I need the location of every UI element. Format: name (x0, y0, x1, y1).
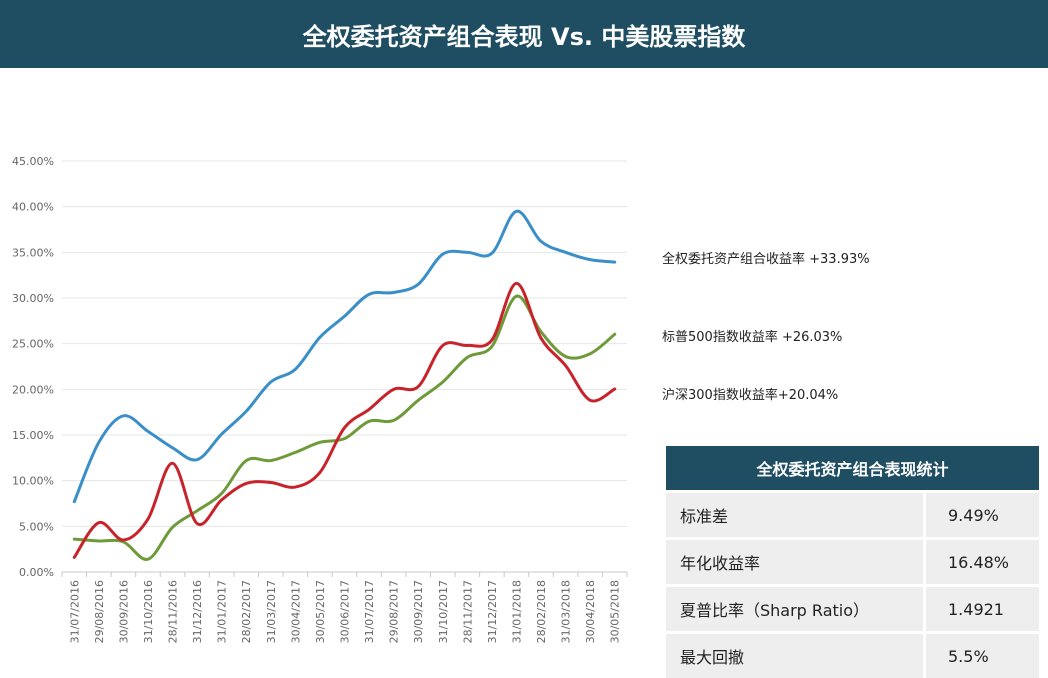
line-chart: 0.00% 5.00% 10.00% 15.00% 20.00% 25.00% 30.00%… (0, 140, 640, 670)
table-row: 标准差 9.49% (666, 492, 1039, 539)
stats-table: 全权委托资产组合表现统计 标准差 9.49% 年化收益率 16.48% 夏普比率… (666, 446, 1039, 678)
y-tick-label: 10.00% (12, 475, 54, 488)
x-tick-label: 28/11/2017 (461, 580, 474, 643)
x-tick-label: 31/07/2016 (68, 580, 81, 643)
y-tick-label: 0.00% (19, 566, 54, 579)
x-tick-label: 28/02/2017 (240, 580, 253, 643)
x-tick-label: 31/12/2017 (486, 580, 499, 643)
x-tick-label: 31/01/2018 (510, 580, 523, 643)
y-tick-label: 40.00% (12, 201, 54, 214)
y-tick-label: 20.00% (12, 383, 54, 396)
x-tick-label: 30/05/2018 (609, 580, 622, 643)
x-tick-label: 31/03/2018 (560, 580, 573, 643)
y-tick-label: 25.00% (12, 338, 54, 351)
series-label-csi300: 沪深300指数收益率+20.04% (662, 384, 838, 403)
stat-label: 最大回撤 (666, 633, 925, 678)
x-tick-label: 29/08/2016 (93, 580, 106, 643)
stat-value: 9.49% (925, 492, 1040, 539)
x-tick-label: 31/10/2017 (437, 580, 450, 643)
x-tick-label: 28/11/2016 (167, 580, 180, 643)
x-tick-label: 30/04/2018 (584, 580, 597, 643)
y-tick-label: 30.00% (12, 292, 54, 305)
page-title-banner: 全权委托资产组合表现 Vs. 中美股票指数 (0, 0, 1048, 68)
x-tick-label: 31/07/2017 (363, 580, 376, 643)
x-tick-label: 31/03/2017 (265, 580, 278, 643)
y-tick-label: 15.00% (12, 429, 54, 442)
x-tick-label: 31/10/2016 (142, 580, 155, 643)
stat-value: 16.48% (925, 539, 1040, 586)
x-tick-label: 30/09/2017 (412, 580, 425, 643)
series-line-2 (74, 283, 614, 557)
series-label-portfolio: 全权委托资产组合收益率 +33.93% (662, 248, 870, 267)
series-line-0 (74, 211, 614, 502)
stat-label: 夏普比率（Sharp Ratio） (666, 586, 925, 633)
page-title: 全权委托资产组合表现 Vs. 中美股票指数 (303, 17, 746, 52)
x-tick-label: 29/08/2017 (388, 580, 401, 643)
x-tick-label: 30/06/2017 (339, 580, 352, 643)
x-tick-label: 31/12/2016 (191, 580, 204, 643)
stat-value: 5.5% (925, 633, 1040, 678)
x-tick-label: 30/05/2017 (314, 580, 327, 643)
y-tick-label: 5.00% (19, 520, 54, 533)
stats-table-title: 全权委托资产组合表现统计 (666, 446, 1039, 492)
x-tick-label: 31/01/2017 (216, 580, 229, 643)
y-tick-label: 35.00% (12, 246, 54, 259)
x-tick-label: 30/09/2016 (117, 580, 130, 643)
table-row: 夏普比率（Sharp Ratio） 1.4921 (666, 586, 1039, 633)
x-tick-label: 28/02/2018 (535, 580, 548, 643)
y-tick-label: 45.00% (12, 155, 54, 168)
table-row: 年化收益率 16.48% (666, 539, 1039, 586)
stat-label: 年化收益率 (666, 539, 925, 586)
series-label-sp500: 标普500指数收益率 +26.03% (662, 326, 842, 345)
x-tick-label: 30/04/2017 (289, 580, 302, 643)
stat-value: 1.4921 (925, 586, 1040, 633)
table-row: 最大回撤 5.5% (666, 633, 1039, 678)
stat-label: 标准差 (666, 492, 925, 539)
